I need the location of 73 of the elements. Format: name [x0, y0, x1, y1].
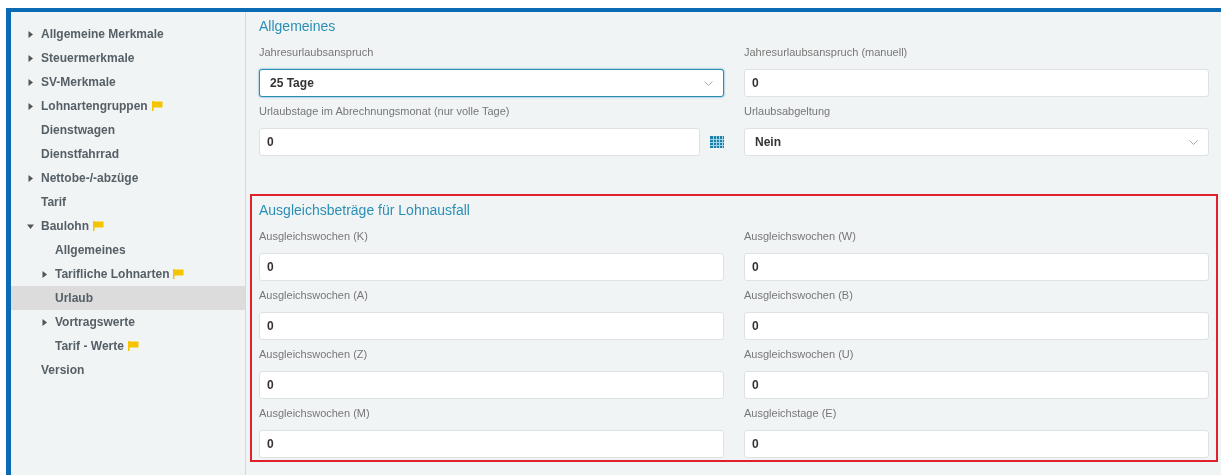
- section-title: Ausgleichsbeträge für Lohnausfall: [259, 201, 471, 220]
- tree-item[interactable]: Tarifliche Lohnarten: [11, 262, 245, 286]
- input-field[interactable]: 0: [744, 430, 1209, 458]
- tree-item-label: Tarifliche Lohnarten: [55, 266, 170, 283]
- tree-item-label: Version: [41, 362, 85, 379]
- field-label: Urlaubstage im Abrechnungsmonat (nur volle Tage): [259, 104, 511, 119]
- tree-item-label: Nettobe-/-abzüge: [41, 170, 139, 187]
- tree-item-label: Baulohn: [41, 218, 89, 235]
- chevron-down-icon: [1189, 139, 1198, 145]
- caret-icon[interactable]: [27, 174, 34, 182]
- tree-item-label: Steuermerkmale: [41, 50, 135, 67]
- calendar-icon[interactable]: [710, 136, 724, 148]
- tree-item[interactable]: Allgemeines: [11, 238, 245, 262]
- tree-item[interactable]: Tarif - Werte: [11, 334, 245, 358]
- dropdown-value: 25 Tage: [270, 75, 314, 92]
- field-label: Ausgleichswochen (U): [744, 347, 855, 362]
- field-label: Jahresurlaubsanspruch (manuell): [744, 45, 909, 60]
- flag-icon: [127, 341, 139, 351]
- field-label: Jahresurlaubsanspruch: [259, 45, 375, 60]
- flag-icon: [151, 101, 163, 111]
- caret-icon[interactable]: [27, 78, 34, 86]
- caret-icon[interactable]: [27, 54, 34, 62]
- tree-item[interactable]: Dienstwagen: [11, 118, 245, 142]
- tree-item-label: Allgemeine Merkmale: [41, 26, 164, 43]
- tree-item[interactable]: SV-Merkmale: [11, 70, 245, 94]
- tree-item[interactable]: Tarif: [11, 190, 245, 214]
- tree-item[interactable]: Baulohn: [11, 214, 245, 238]
- field-label: Ausgleichstage (E): [744, 406, 838, 421]
- tree-item[interactable]: Lohnartengruppen: [11, 94, 245, 118]
- tree-item-label: Dienstwagen: [41, 122, 115, 139]
- tree-item-label: Lohnartengruppen: [41, 98, 148, 115]
- input-field[interactable]: 0: [259, 253, 724, 281]
- field-label: Ausgleichswochen (M): [259, 406, 371, 421]
- field-label: Urlaubsabgeltung: [744, 104, 832, 119]
- input-field[interactable]: 0: [259, 312, 724, 340]
- tree-item[interactable]: Steuermerkmale: [11, 46, 245, 70]
- input-field[interactable]: 0: [744, 69, 1209, 97]
- field-label: Ausgleichswochen (W): [744, 229, 857, 244]
- dropdown[interactable]: 25 Tage: [259, 69, 724, 97]
- chevron-down-icon: [704, 80, 713, 86]
- tree-item-label: SV-Merkmale: [41, 74, 116, 91]
- tree-item-label: Dienstfahrrad: [41, 146, 120, 163]
- tree-item-label: Vortragswerte: [55, 314, 135, 331]
- tree-item[interactable]: Dienstfahrrad: [11, 142, 245, 166]
- dropdown[interactable]: Nein: [744, 128, 1209, 156]
- field-label: Ausgleichswochen (K): [259, 229, 369, 244]
- section-title: Allgemeines: [259, 17, 337, 36]
- field-label: Ausgleichswochen (Z): [259, 347, 369, 362]
- input-field[interactable]: 0: [259, 128, 700, 156]
- caret-icon[interactable]: [41, 318, 48, 326]
- tree-item[interactable]: Vortragswerte: [11, 310, 245, 334]
- tree-item-label: Allgemeines: [55, 242, 126, 259]
- input-field[interactable]: 0: [259, 430, 724, 458]
- tree-item[interactable]: Urlaub: [11, 286, 245, 310]
- caret-icon[interactable]: [27, 222, 34, 230]
- field-label: Ausgleichswochen (A): [259, 288, 369, 303]
- input-field[interactable]: 0: [744, 312, 1209, 340]
- tree-item-label: Tarif: [41, 194, 67, 211]
- input-field[interactable]: 0: [744, 371, 1209, 399]
- flag-icon: [93, 221, 104, 231]
- flag-icon: [173, 269, 185, 279]
- tree-item[interactable]: Allgemeine Merkmale: [11, 22, 245, 46]
- caret-icon[interactable]: [27, 102, 34, 110]
- input-field[interactable]: 0: [744, 253, 1209, 281]
- tree-item[interactable]: Nettobe-/-abzüge: [11, 166, 245, 190]
- caret-icon[interactable]: [41, 270, 48, 278]
- tree-item[interactable]: Version: [11, 358, 245, 382]
- input-field[interactable]: 0: [259, 371, 724, 399]
- tree-item-label: Urlaub: [55, 290, 93, 307]
- tree-item-label: Tarif - Werte: [55, 338, 124, 355]
- field-label: Ausgleichswochen (B): [744, 288, 854, 303]
- dropdown-value: Nein: [755, 134, 781, 151]
- caret-icon[interactable]: [27, 30, 34, 38]
